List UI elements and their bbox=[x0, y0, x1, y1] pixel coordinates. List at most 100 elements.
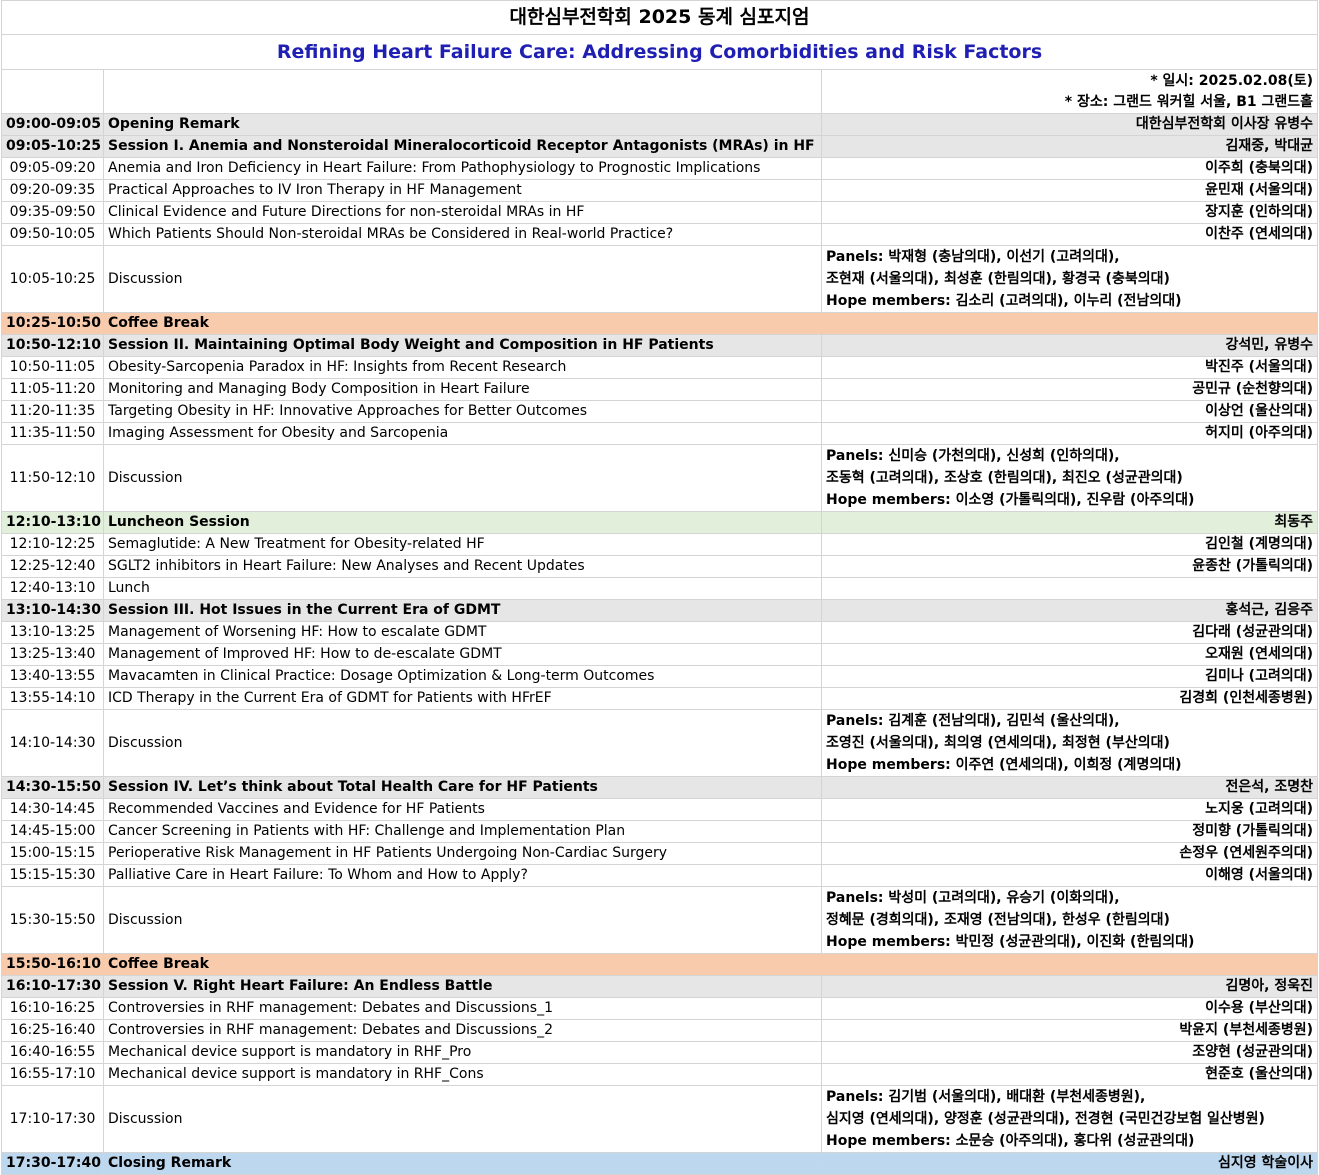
talk-row: 14:30-14:45 Recommended Vaccines and Evid… bbox=[1, 798, 1319, 821]
session-title: Coffee Break bbox=[103, 312, 822, 335]
talk-title: Discussion bbox=[103, 444, 822, 512]
time-cell: 09:35-09:50 bbox=[1, 201, 104, 224]
time-cell: 15:15-15:30 bbox=[1, 864, 104, 887]
speaker-cell: 정미향 (가톨릭의대) bbox=[820, 820, 1319, 843]
session-header-row: 09:05-10:25 Session I. Anemia and Nonster… bbox=[1, 135, 1319, 158]
talk-row: 09:20-09:35 Practical Approaches to IV Ir… bbox=[1, 179, 1319, 202]
talk-title: SGLT2 inhibitors in Heart Failure: New A… bbox=[103, 555, 822, 578]
session-title: Closing Remark bbox=[103, 1152, 822, 1175]
panel-line: Panels: 김계훈 (전남의대), 김민석 (울산의대), bbox=[826, 713, 1120, 729]
talk-title: Practical Approaches to IV Iron Therapy … bbox=[103, 179, 822, 202]
info-cell: * 일시: 2025.02.08(토) * 장소: 그랜드 워커힐 서울, B1… bbox=[820, 69, 1319, 114]
talk-title: ICD Therapy in the Current Era of GDMT f… bbox=[103, 687, 822, 710]
speaker-cell: 손정우 (연세원주의대) bbox=[820, 842, 1319, 865]
talk-row: 15:00-15:15 Perioperative Risk Management… bbox=[1, 842, 1319, 865]
speaker-cell bbox=[820, 577, 1319, 600]
panel-line: Hope members: 김소리 (고려의대), 이누리 (전남의대) bbox=[826, 293, 1182, 309]
session-header-row: 17:30-17:40 Closing Remark 심지영 학술이사 bbox=[1, 1152, 1319, 1175]
discussion-row: 15:30-15:50 Discussion Panels: 박성미 (고려의대),… bbox=[1, 886, 1319, 954]
speaker-cell: 오재원 (연세의대) bbox=[820, 643, 1319, 666]
panel-line: 심지영 (연세의대), 양정훈 (성균관의대), 전경현 (국민건강보험 일산병… bbox=[826, 1111, 1265, 1127]
subtitle-row: Refining Heart Failure Care: Addressing … bbox=[0, 34, 1319, 70]
talk-row: 15:15-15:30 Palliative Care in Heart Fail… bbox=[1, 864, 1319, 887]
time-cell: 16:10-16:25 bbox=[1, 997, 104, 1020]
session-header-row: 16:10-17:30 Session V. Right Heart Failur… bbox=[1, 975, 1319, 998]
talk-row: 16:25-16:40 Controversies in RHF manageme… bbox=[1, 1019, 1319, 1042]
time-cell: 16:25-16:40 bbox=[1, 1019, 104, 1042]
session-title: Session V. Right Heart Failure: An Endle… bbox=[103, 975, 822, 998]
event-date: * 일시: 2025.02.08(토) bbox=[1150, 72, 1314, 89]
session-title: Session II. Maintaining Optimal Body Wei… bbox=[103, 334, 822, 357]
speaker-cell: 이상언 (울산의대) bbox=[820, 400, 1319, 423]
talk-title: Mechanical device support is mandatory i… bbox=[103, 1063, 822, 1086]
talk-row: 11:05-11:20 Monitoring and Managing Body … bbox=[1, 378, 1319, 401]
chair-cell bbox=[820, 953, 1319, 976]
info-empty-cell bbox=[103, 69, 822, 114]
chair-cell bbox=[820, 312, 1319, 335]
panel-cell: Panels: 김계훈 (전남의대), 김민석 (울산의대), 조영진 (서울의대… bbox=[820, 709, 1319, 777]
chair-cell: 강석민, 유병수 bbox=[820, 334, 1319, 357]
time-cell: 10:25-10:50 bbox=[1, 312, 104, 335]
session-title: Opening Remark bbox=[103, 113, 822, 136]
time-cell: 16:10-17:30 bbox=[1, 975, 104, 998]
talk-row: 09:05-09:20 Anemia and Iron Deficiency in… bbox=[1, 157, 1319, 180]
talk-title: Imaging Assessment for Obesity and Sarco… bbox=[103, 422, 822, 445]
talk-row: 09:35-09:50 Clinical Evidence and Future … bbox=[1, 201, 1319, 224]
time-cell: 14:30-14:45 bbox=[1, 798, 104, 821]
talk-row: 12:10-12:25 Semaglutide: A New Treatment … bbox=[1, 533, 1319, 556]
session-title: Session I. Anemia and Nonsteroidal Miner… bbox=[103, 135, 822, 158]
time-cell: 09:00-09:05 bbox=[1, 113, 104, 136]
chair-cell: 김재중, 박대균 bbox=[820, 135, 1319, 158]
session-title: Session IV. Let’s think about Total Heal… bbox=[103, 776, 822, 799]
time-cell: 13:40-13:55 bbox=[1, 665, 104, 688]
time-cell: 09:20-09:35 bbox=[1, 179, 104, 202]
session-header-row: 14:30-15:50 Session IV. Let’s think about… bbox=[1, 776, 1319, 799]
talk-row: 12:40-13:10 Lunch bbox=[1, 577, 1319, 600]
talk-title: Mechanical device support is mandatory i… bbox=[103, 1041, 822, 1064]
talk-row: 14:45-15:00 Cancer Screening in Patients … bbox=[1, 820, 1319, 843]
chair-cell: 대한심부전학회 이사장 유병수 bbox=[820, 113, 1319, 136]
session-header-row: 09:00-09:05 Opening Remark 대한심부전학회 이사장 유병수 bbox=[1, 113, 1319, 136]
panel-line: 정혜문 (경희의대), 조재영 (전남의대), 한성우 (한림의대) bbox=[826, 912, 1170, 928]
talk-row: 12:25-12:40 SGLT2 inhibitors in Heart Fai… bbox=[1, 555, 1319, 578]
panel-cell: Panels: 박성미 (고려의대), 유승기 (이화의대), 정혜문 (경희의대… bbox=[820, 886, 1319, 954]
talk-title: Lunch bbox=[103, 577, 822, 600]
talk-title: Perioperative Risk Management in HF Pati… bbox=[103, 842, 822, 865]
chair-cell: 최동주 bbox=[820, 511, 1319, 534]
talk-row: 16:55-17:10 Mechanical device support is … bbox=[1, 1063, 1319, 1086]
time-cell: 13:10-13:25 bbox=[1, 621, 104, 644]
panel-line: Hope members: 소문승 (아주의대), 홍다위 (성균관의대) bbox=[826, 1133, 1195, 1149]
info-row: * 일시: 2025.02.08(토) * 장소: 그랜드 워커힐 서울, B1… bbox=[1, 69, 1319, 114]
time-cell: 13:55-14:10 bbox=[1, 687, 104, 710]
time-cell: 10:50-11:05 bbox=[1, 356, 104, 379]
time-cell: 09:50-10:05 bbox=[1, 223, 104, 246]
speaker-cell: 김다래 (성균관의대) bbox=[820, 621, 1319, 644]
time-cell: 11:35-11:50 bbox=[1, 422, 104, 445]
talk-title: Clinical Evidence and Future Directions … bbox=[103, 201, 822, 224]
talk-row: 13:10-13:25 Management of Worsening HF: H… bbox=[1, 621, 1319, 644]
time-cell: 10:05-10:25 bbox=[1, 245, 104, 313]
talk-row: 13:40-13:55 Mavacamten in Clinical Practi… bbox=[1, 665, 1319, 688]
speaker-cell: 이해영 (서울의대) bbox=[820, 864, 1319, 887]
chair-cell: 심지영 학술이사 bbox=[820, 1152, 1319, 1175]
speaker-cell: 장지훈 (인하의대) bbox=[820, 201, 1319, 224]
talk-title: Discussion bbox=[103, 245, 822, 313]
discussion-row: 17:10-17:30 Discussion Panels: 김기범 (서울의대),… bbox=[1, 1085, 1319, 1153]
time-cell: 13:25-13:40 bbox=[1, 643, 104, 666]
panel-line: Hope members: 박민정 (성균관의대), 이진화 (한림의대) bbox=[826, 934, 1195, 950]
session-header-row: 13:10-14:30 Session III. Hot Issues in th… bbox=[1, 599, 1319, 622]
info-empty-cell bbox=[1, 69, 104, 114]
session-header-row: 15:50-16:10 Coffee Break bbox=[1, 953, 1319, 976]
time-cell: 16:55-17:10 bbox=[1, 1063, 104, 1086]
symposium-title: 대한심부전학회 2025 동계 심포지엄 bbox=[0, 0, 1319, 35]
time-cell: 11:50-12:10 bbox=[1, 444, 104, 512]
talk-row: 16:10-16:25 Controversies in RHF manageme… bbox=[1, 997, 1319, 1020]
event-venue: * 장소: 그랜드 워커힐 서울, B1 그랜드홀 bbox=[1064, 93, 1314, 110]
talk-title: Mavacamten in Clinical Practice: Dosage … bbox=[103, 665, 822, 688]
chair-cell: 김명아, 정욱진 bbox=[820, 975, 1319, 998]
session-header-row: 10:25-10:50 Coffee Break bbox=[1, 312, 1319, 335]
speaker-cell: 박윤지 (부천세종병원) bbox=[820, 1019, 1319, 1042]
session-header-row: 10:50-12:10 Session II. Maintaining Optim… bbox=[1, 334, 1319, 357]
time-cell: 15:30-15:50 bbox=[1, 886, 104, 954]
discussion-row: 11:50-12:10 Discussion Panels: 신미승 (가천의대),… bbox=[1, 444, 1319, 512]
